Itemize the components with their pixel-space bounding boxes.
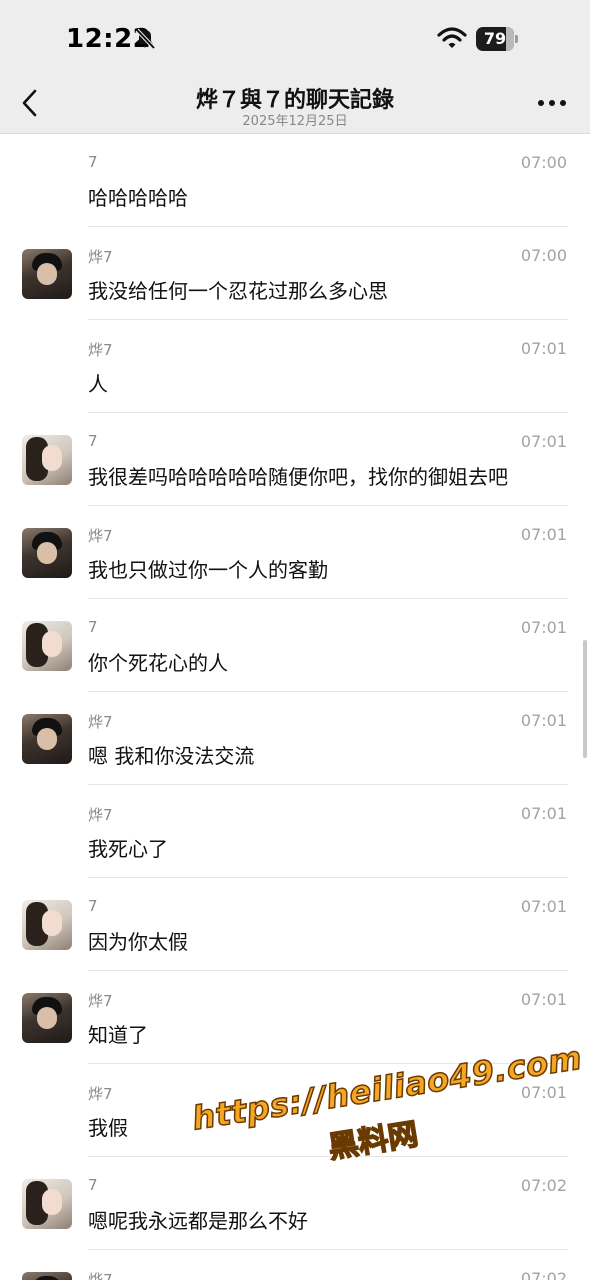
wifi-icon bbox=[437, 27, 467, 48]
list-item: 7 07:00 哈哈哈哈哈 bbox=[0, 134, 590, 227]
battery-level: 79 bbox=[483, 29, 507, 48]
avatar[interactable] bbox=[22, 528, 72, 578]
scrollbar[interactable] bbox=[583, 640, 587, 758]
list-item: 7 07:01 你个死花心的人 bbox=[0, 599, 590, 692]
avatar[interactable] bbox=[22, 900, 72, 950]
chat-header: 烨７與７的聊天記錄 2025年12月25日 bbox=[0, 70, 590, 134]
message-list[interactable]: 7 07:00 哈哈哈哈哈 烨7 07:00 我没给任何一个忍花过那么多心思 烨… bbox=[0, 134, 590, 1280]
list-item: 烨7 07:01 人 bbox=[0, 320, 590, 413]
chat-record-screen: 12:22 79 烨７與７的聊天記錄 2025年12月25日 7 07:00 哈… bbox=[0, 0, 590, 1280]
avatar[interactable] bbox=[22, 993, 72, 1043]
list-item: 7 07:01 我很差吗哈哈哈哈哈随便你吧，找你的御姐去吧 bbox=[0, 413, 590, 506]
message-time: 07:01 bbox=[520, 990, 567, 1009]
avatar[interactable] bbox=[22, 1272, 72, 1280]
list-item: 烨7 07:01 嗯 我和你没法交流 bbox=[0, 692, 590, 785]
message-time: 07:00 bbox=[520, 153, 567, 172]
list-item: 7 07:01 因为你太假 bbox=[0, 878, 590, 971]
list-item: 烨7 07:01 我假 bbox=[0, 1064, 590, 1157]
message-text: 知道了 bbox=[88, 1023, 148, 1047]
avatar[interactable] bbox=[22, 1179, 72, 1229]
message-sender: 烨7 bbox=[88, 713, 113, 731]
message-text: 嗯 我和你没法交流 bbox=[88, 744, 255, 768]
chevron-left-icon[interactable] bbox=[18, 88, 42, 118]
message-text: 我假 bbox=[88, 1116, 128, 1140]
message-sender: 烨7 bbox=[88, 527, 113, 545]
message-sender: 烨7 bbox=[88, 1271, 113, 1280]
message-text: 我也只做过你一个人的客勤 bbox=[88, 558, 328, 582]
list-item: 烨7 07:01 我死心了 bbox=[0, 785, 590, 878]
message-time: 07:02 bbox=[520, 1269, 567, 1280]
message-text: 你个死花心的人 bbox=[88, 651, 228, 675]
message-sender: 7 bbox=[88, 618, 98, 636]
message-sender: 7 bbox=[88, 432, 98, 450]
battery-icon: 79 bbox=[476, 27, 518, 51]
message-time: 07:01 bbox=[520, 618, 567, 637]
message-sender: 烨7 bbox=[88, 992, 113, 1010]
message-time: 07:01 bbox=[520, 897, 567, 916]
message-text: 哈哈哈哈哈 bbox=[88, 186, 188, 210]
list-item: 烨7 07:00 我没给任何一个忍花过那么多心思 bbox=[0, 227, 590, 320]
list-item: 烨7 07:02 bbox=[0, 1250, 590, 1280]
message-text: 我很差吗哈哈哈哈哈随便你吧，找你的御姐去吧 bbox=[88, 465, 508, 489]
list-item: 烨7 07:01 我也只做过你一个人的客勤 bbox=[0, 506, 590, 599]
top-bar: 12:22 79 烨７與７的聊天記錄 2025年12月25日 bbox=[0, 0, 590, 134]
message-time: 07:01 bbox=[520, 432, 567, 451]
avatar[interactable] bbox=[22, 435, 72, 485]
more-dots-icon[interactable] bbox=[538, 100, 566, 108]
status-bar: 12:22 79 bbox=[0, 0, 590, 70]
message-time: 07:01 bbox=[520, 804, 567, 823]
message-sender: 烨7 bbox=[88, 806, 113, 824]
avatar[interactable] bbox=[22, 249, 72, 299]
message-sender: 烨7 bbox=[88, 248, 113, 266]
message-sender: 7 bbox=[88, 897, 98, 915]
message-sender: 7 bbox=[88, 1176, 98, 1194]
list-item: 烨7 07:01 知道了 bbox=[0, 971, 590, 1064]
message-text: 我死心了 bbox=[88, 837, 168, 861]
message-sender: 烨7 bbox=[88, 1085, 113, 1103]
message-time: 07:01 bbox=[520, 339, 567, 358]
message-time: 07:01 bbox=[520, 1083, 567, 1102]
message-text: 我没给任何一个忍花过那么多心思 bbox=[88, 279, 388, 303]
bell-slash-icon bbox=[135, 28, 156, 50]
message-text: 人 bbox=[88, 372, 108, 396]
message-text: 因为你太假 bbox=[88, 930, 188, 954]
list-item: 7 07:02 嗯呢我永远都是那么不好 bbox=[0, 1157, 590, 1250]
message-sender: 烨7 bbox=[88, 341, 113, 359]
message-time: 07:01 bbox=[520, 711, 567, 730]
page-date: 2025年12月25日 bbox=[242, 114, 348, 129]
message-text: 嗯呢我永远都是那么不好 bbox=[88, 1209, 308, 1233]
message-time: 07:01 bbox=[520, 525, 567, 544]
message-time: 07:02 bbox=[520, 1176, 567, 1195]
message-sender: 7 bbox=[88, 153, 98, 171]
message-time: 07:00 bbox=[520, 246, 567, 265]
avatar[interactable] bbox=[22, 621, 72, 671]
avatar[interactable] bbox=[22, 714, 72, 764]
